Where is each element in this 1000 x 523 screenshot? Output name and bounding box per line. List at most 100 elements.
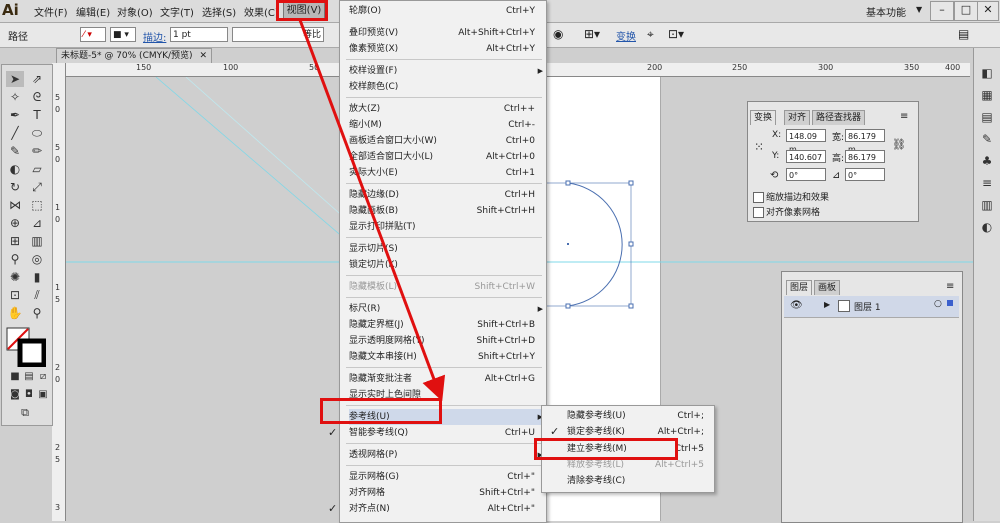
mesh-tool-icon[interactable]: ⊞ (6, 233, 24, 249)
brushes-panel-icon[interactable]: ✎ (980, 132, 994, 146)
shear-icon: ⊿ (832, 170, 841, 181)
vertical-ruler[interactable]: 5 0 5 0 1 0 1 5 2 0 2 5 3 (52, 63, 66, 521)
rotate-field[interactable]: 0° (786, 168, 826, 181)
swatches-panel-icon[interactable]: ▤ (980, 110, 994, 124)
close-document-icon[interactable]: ✕ (199, 49, 207, 64)
transform-link[interactable]: 变换 (616, 28, 636, 43)
type-tool-icon[interactable]: T (28, 107, 46, 123)
isolate-icon[interactable]: ⌖ (647, 27, 654, 42)
panel-menu-icon[interactable]: ≡ (946, 281, 954, 292)
magic-wand-tool-icon[interactable]: ✧ (6, 89, 24, 105)
scale-tool-icon[interactable]: ⤢ (28, 179, 46, 195)
pencil-tool-icon[interactable]: ✏ (28, 143, 46, 159)
selection-tool-icon[interactable]: ➤ (6, 71, 24, 87)
rotate-icon: ⟲ (770, 170, 779, 181)
ruler-label: 0 (55, 375, 61, 384)
circle-path (567, 182, 623, 307)
paintbrush-tool-icon[interactable]: ✎ (6, 143, 24, 159)
minimize-button[interactable]: – (930, 1, 954, 21)
symbol-sprayer-tool-icon[interactable]: ✺ (6, 269, 24, 285)
hand-tool-icon[interactable]: ✋ (6, 305, 24, 321)
color-guide-icon[interactable]: ▦ (980, 88, 994, 102)
submenu-item-clear-guides[interactable]: 清除参考线(C) (567, 473, 712, 489)
envelope-icon[interactable]: ⊡▾ (668, 27, 684, 41)
y-field[interactable]: 140.607 (786, 150, 826, 163)
tab-pathfinder[interactable]: 路径查找器 (812, 110, 866, 125)
direct-selection-tool-icon[interactable]: ⇗ (28, 71, 46, 87)
eyedropper-tool-icon[interactable]: ⚲ (6, 251, 24, 267)
ellipse-tool-icon[interactable]: ⬭ (28, 125, 46, 141)
visibility-eye-icon[interactable]: 👁 (790, 300, 803, 311)
artboard-tool-icon[interactable]: ⊡ (6, 287, 24, 303)
submenu-item-hide-guides[interactable]: 隐藏参考线(U) Ctrl+; (567, 408, 712, 424)
constrain-proportions-icon[interactable]: ⛓ (892, 138, 906, 151)
width-tool-icon[interactable]: ⋈ (6, 197, 24, 213)
selection-handle (628, 180, 634, 186)
none-mode-icon[interactable]: ⧄ (34, 369, 52, 385)
fill-stroke-swatch-icon[interactable] (6, 327, 46, 367)
menu-item-snap-to-grid[interactable]: 对齐网格 Shift+Ctrl+" (349, 485, 545, 501)
menu-edit[interactable]: 编辑(E) (76, 4, 110, 19)
close-button[interactable]: ✕ (977, 1, 999, 21)
align-icon[interactable]: ⊞▾ (584, 27, 600, 41)
height-field[interactable]: 86.179 m (845, 150, 885, 175)
tab-layers[interactable]: 图层 (786, 280, 813, 295)
gradient-tool-icon[interactable]: ▥ (28, 233, 46, 249)
eraser-tool-icon[interactable]: ▱ (28, 161, 46, 177)
menu-item-snap-to-point[interactable]: 对齐点(N) Alt+Ctrl+" (349, 501, 545, 517)
layer-row[interactable]: 👁 ▶ 图层 1 ○ (784, 296, 959, 318)
transparency-panel-icon[interactable]: ◐ (980, 220, 994, 234)
stroke-weight-field[interactable]: 1 pt (170, 27, 228, 42)
blend-tool-icon[interactable]: ◎ (28, 251, 46, 267)
menu-file[interactable]: 文件(F) (34, 4, 68, 19)
shear-field[interactable]: 0° (845, 168, 885, 181)
scale-strokes-checkbox[interactable] (753, 192, 764, 203)
reference-point-icon[interactable]: ⁙ (754, 140, 764, 154)
width-field[interactable]: 86.179 m (845, 129, 885, 154)
shape-builder-tool-icon[interactable]: ⊕ (6, 215, 24, 231)
perspective-grid-tool-icon[interactable]: ⊿ (28, 215, 46, 231)
workspace-switcher[interactable]: 基本功能 (866, 4, 906, 19)
document-tab[interactable]: 未标题-5* @ 70% (CMYK/预览) ✕ (56, 48, 212, 63)
x-field[interactable]: 148.09 m (786, 129, 826, 154)
menu-type[interactable]: 文字(T) (160, 4, 194, 19)
expand-layer-icon[interactable]: ▶ (824, 300, 830, 309)
menu-object[interactable]: 对象(O) (117, 4, 153, 19)
slice-tool-icon[interactable]: ⫽ (28, 287, 46, 303)
layer-name[interactable]: 图层 1 (854, 300, 881, 313)
panel-menu-icon[interactable]: ▤ (958, 27, 969, 41)
fill-swatch[interactable]: ⁄ ▾ (80, 27, 106, 42)
free-transform-tool-icon[interactable]: ⬚ (28, 197, 46, 213)
menu-select[interactable]: 选择(S) (202, 4, 236, 19)
draw-inside-icon[interactable]: ▣ (34, 387, 52, 403)
blob-brush-tool-icon[interactable]: ◐ (6, 161, 24, 177)
workspace-dropdown-icon[interactable]: ▼ (916, 5, 922, 14)
gradient-panel-icon[interactable]: ▥ (980, 198, 994, 212)
line-tool-icon[interactable]: ╱ (6, 125, 24, 141)
rotate-tool-icon[interactable]: ↻ (6, 179, 24, 195)
menu-item-smart-guides[interactable]: 智能参考线(Q) Ctrl+U (349, 425, 545, 441)
stroke-link[interactable]: 描边: (143, 29, 166, 44)
tab-transform[interactable]: 变换 (750, 110, 777, 125)
column-graph-tool-icon[interactable]: ▮ (28, 269, 46, 285)
align-pixel-grid-checkbox[interactable] (753, 207, 764, 218)
stroke-swatch[interactable]: ■ ▾ (110, 27, 136, 42)
menu-item-show-grid[interactable]: 显示网格(G) Ctrl+" (349, 469, 545, 485)
panel-menu-icon[interactable]: ≡ (900, 111, 908, 122)
zoom-tool-icon[interactable]: ⚲ (28, 305, 46, 321)
maximize-button[interactable]: □ (954, 1, 978, 21)
stroke-panel-icon[interactable]: ≡ (980, 176, 994, 190)
target-icon[interactable]: ○ (934, 299, 942, 309)
color-panel-icon[interactable]: ◧ (980, 66, 994, 80)
menu-item-perspective-grid[interactable]: 透视网格(P)▶ (349, 447, 545, 463)
tab-align[interactable]: 对齐 (784, 110, 811, 125)
menu-effect[interactable]: 效果(C) (244, 4, 279, 19)
recolor-icon[interactable]: ◉ (553, 27, 563, 41)
ruler-label: 5 (55, 93, 61, 102)
symbols-panel-icon[interactable]: ♣ (980, 154, 994, 168)
lasso-tool-icon[interactable]: ᘓ (28, 89, 46, 105)
screen-mode-icon[interactable]: ⧉ (16, 405, 34, 421)
pen-tool-icon[interactable]: ✒ (6, 107, 24, 123)
selection-handle (565, 180, 571, 186)
tab-artboards[interactable]: 画板 (814, 280, 841, 295)
